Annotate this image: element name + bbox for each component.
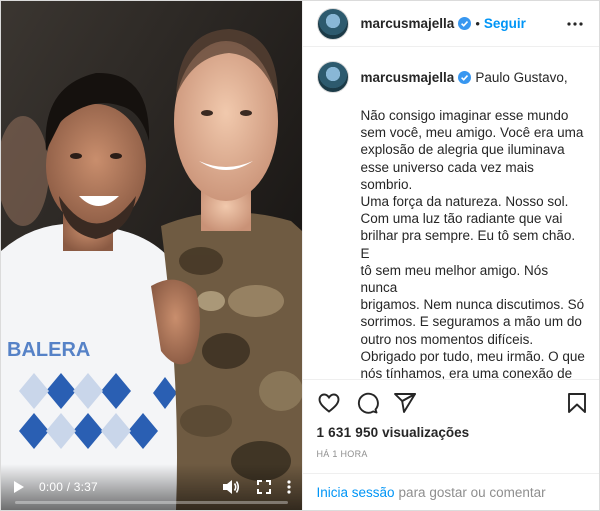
action-bar <box>302 379 599 425</box>
verified-badge-icon <box>458 17 472 30</box>
views-label: visualizações <box>378 425 470 440</box>
svg-text:BALERA: BALERA <box>7 339 90 361</box>
more-vertical-icon[interactable] <box>286 479 292 495</box>
caption-username[interactable]: marcusmajella <box>361 70 455 85</box>
video-player[interactable]: BALERA 0:00 / 3:37 <box>1 1 302 510</box>
post-sidebar: marcusmajella • Seguir marcusmajella Pau… <box>301 1 600 510</box>
volume-icon[interactable] <box>222 478 240 496</box>
play-icon[interactable] <box>11 479 27 495</box>
caption-area: marcusmajella Paulo Gustavo, Não consigo… <box>303 47 600 379</box>
heart-icon[interactable] <box>317 391 341 415</box>
instagram-post: BALERA 0:00 / 3:37 marcusmajella • Segui… <box>0 0 600 511</box>
comment-icon[interactable] <box>355 391 379 415</box>
separator-dot: • <box>475 16 480 31</box>
more-horizontal-icon[interactable] <box>563 12 587 36</box>
duration: 3:37 <box>73 480 98 494</box>
post-timestamp: HÁ 1 HORA <box>316 449 368 459</box>
current-time: 0:00 <box>39 480 64 494</box>
caption-greeting: Paulo Gustavo, <box>475 69 568 85</box>
caption-header: marcusmajella Paulo Gustavo, <box>316 61 588 93</box>
verified-badge-icon <box>458 70 472 84</box>
views-number: 1 631 950 <box>316 425 379 440</box>
bookmark-icon[interactable] <box>565 391 589 415</box>
login-text: para gostar ou comentar <box>398 484 546 500</box>
video-progress-bar[interactable] <box>15 501 288 504</box>
avatar[interactable] <box>316 7 349 40</box>
video-time: 0:00 / 3:37 <box>39 480 98 494</box>
caption-avatar[interactable] <box>316 61 349 93</box>
header-username[interactable]: marcusmajella <box>361 16 455 31</box>
follow-button[interactable]: Seguir <box>484 16 526 31</box>
share-icon[interactable] <box>393 391 417 415</box>
caption-text: Não consigo imaginar esse mundo sem você… <box>360 108 585 379</box>
views-count: 1 631 950 visualizações <box>303 425 600 443</box>
time-separator: / <box>63 480 74 494</box>
login-link[interactable]: Inicia sessão <box>317 485 395 500</box>
login-prompt: Inicia sessão para gostar ou comentar <box>302 473 599 510</box>
video-frame-image: BALERA <box>1 1 302 510</box>
fullscreen-icon[interactable] <box>256 479 272 495</box>
post-header: marcusmajella • Seguir <box>302 1 599 47</box>
